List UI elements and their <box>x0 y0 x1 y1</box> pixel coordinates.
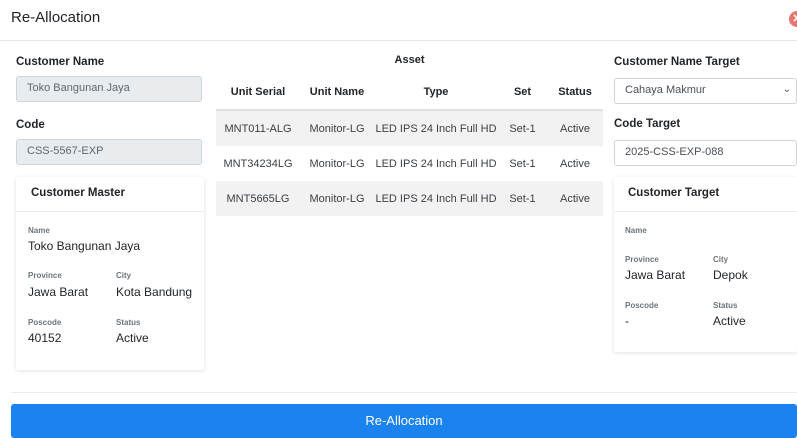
master-province-label: Province <box>28 271 62 280</box>
customer-name-target-label: Customer Name Target <box>614 56 740 68</box>
modal-title: Re-Allocation <box>11 9 101 26</box>
master-city-value: Kota Bandung <box>116 285 193 299</box>
footer-divider <box>11 392 797 393</box>
close-icon[interactable]: ✕ <box>789 11 797 27</box>
master-province-value: Jawa Barat <box>28 285 89 299</box>
code-label: Code <box>16 119 45 131</box>
cell-status: Active <box>547 110 603 146</box>
customer-name-field: Toko Bangunan Jaya <box>16 76 202 102</box>
target-city-label: City <box>713 255 729 264</box>
master-status-label: Status <box>116 318 141 327</box>
asset-table: Unit Serial Unit Name Type Set Status MN… <box>216 75 603 216</box>
column-status: Status <box>547 75 603 111</box>
target-province-label: Province <box>625 255 659 264</box>
cell-set: Set-1 <box>498 181 547 216</box>
customer-master-title: Customer Master <box>16 177 204 212</box>
asset-title: Asset <box>394 54 425 66</box>
column-unit-serial: Unit Serial <box>216 75 300 111</box>
column-set: Set <box>498 75 547 111</box>
cell-type: LED IPS 24 Inch Full HD <box>374 181 498 216</box>
modal-header: Re-Allocation ✕ <box>0 0 797 41</box>
target-name-label: Name <box>625 226 647 235</box>
master-poscode-value: 40152 <box>28 331 62 345</box>
code-target-label: Code Target <box>614 118 681 130</box>
cell-status: Active <box>547 181 603 216</box>
target-province-value: Jawa Barat <box>625 268 686 282</box>
cell-status: Active <box>560 157 590 170</box>
target-city-value: Depok <box>713 268 748 282</box>
cell-type: LED IPS 24 Inch Full HD <box>374 110 498 146</box>
chevron-down-icon: ⌄ <box>782 84 791 95</box>
table-row: MNT011-ALG Monitor-LG LED IPS 24 Inch Fu… <box>216 110 603 146</box>
master-city-label: City <box>116 271 132 280</box>
target-poscode-label: Poscode <box>625 301 659 310</box>
cell-unit-serial: MNT011-ALG <box>216 110 300 146</box>
target-status-label: Status <box>713 301 738 310</box>
table-row: MNT5665LG Monitor-LG LED IPS 24 Inch Ful… <box>216 181 603 216</box>
column-type: Type <box>374 75 498 111</box>
customer-name-target-value: Cahaya Makmur <box>625 84 706 96</box>
customer-name-target-select[interactable]: Cahaya Makmur ⌄ <box>614 78 797 104</box>
cell-unit-serial: MNT5665LG <box>216 181 300 216</box>
cell-unit-name: Monitor-LG <box>300 181 374 216</box>
asset-header-row: Unit Serial Unit Name Type Set Status <box>216 75 603 111</box>
master-poscode-label: Poscode <box>28 318 62 327</box>
customer-target-title: Customer Target <box>614 177 797 212</box>
master-name-value: Toko Bangunan Jaya <box>28 239 141 253</box>
master-status-value: Active <box>116 331 149 345</box>
cell-unit-serial: MNT34234LG <box>223 157 293 170</box>
cell-set: Set-1 <box>498 110 547 146</box>
customer-name-label: Customer Name <box>16 56 105 68</box>
code-field: CSS-5567-EXP <box>16 139 202 165</box>
target-status-value: Active <box>713 314 746 328</box>
cell-unit-name: Monitor-LG <box>309 157 365 170</box>
cell-unit-name: Monitor-LG <box>300 110 374 146</box>
table-row: MNT34234LG Monitor-LG LED IPS 24 Inch Fu… <box>216 146 603 181</box>
customer-target-card: Customer Target Name Province Jawa Barat… <box>614 177 797 352</box>
target-poscode-value: - <box>625 314 629 328</box>
code-target-field[interactable]: 2025-CSS-EXP-088 <box>614 140 797 166</box>
cell-type: LED IPS 24 Inch Full HD <box>375 157 497 170</box>
re-allocation-button[interactable]: Re-Allocation <box>11 404 797 438</box>
master-name-label: Name <box>28 226 50 235</box>
cell-set: Set-1 <box>509 157 536 170</box>
column-unit-name: Unit Name <box>300 75 374 111</box>
customer-master-card: Customer Master Name Toko Bangunan Jaya … <box>16 177 204 370</box>
